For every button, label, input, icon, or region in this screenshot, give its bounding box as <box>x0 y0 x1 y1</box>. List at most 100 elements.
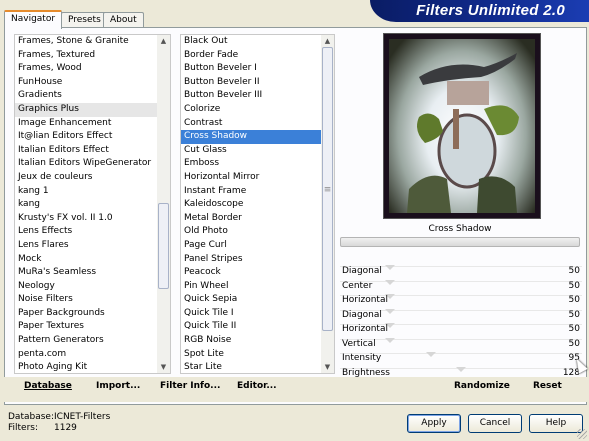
slider-thumb[interactable] <box>385 337 396 343</box>
category-item[interactable]: MuRa's Seamless <box>15 266 157 280</box>
filter-item[interactable]: Button Beveler II <box>181 76 321 90</box>
filter-item[interactable]: Black Out <box>181 35 321 49</box>
parameter-slider[interactable]: Vertical 50 <box>340 337 582 352</box>
category-item[interactable]: Frames, Stone & Granite <box>15 35 157 49</box>
category-item[interactable]: Pattern Generators <box>15 334 157 348</box>
category-item[interactable]: Italian Editors Effect <box>15 144 157 158</box>
category-item[interactable]: Gradients <box>15 89 157 103</box>
category-item[interactable]: kang 1 <box>15 185 157 199</box>
filter-scroll-thumb[interactable]: ≡ <box>322 47 333 331</box>
filter-item[interactable]: Instant Frame <box>181 185 321 199</box>
parameter-slider[interactable]: Horizontal 50 <box>340 293 582 308</box>
filter-item[interactable]: Spot Lite <box>181 348 321 362</box>
preview-image <box>389 39 535 213</box>
filter-item[interactable]: Panel Stripes <box>181 253 321 267</box>
category-item[interactable]: Paper Textures <box>15 320 157 334</box>
category-item[interactable]: kang <box>15 198 157 212</box>
tab-about[interactable]: About <box>103 12 144 28</box>
slider-label: Intensity <box>342 353 382 363</box>
filter-item[interactable]: Kaleidoscope <box>181 198 321 212</box>
parameter-slider[interactable]: Intensity 95 <box>340 351 582 366</box>
filter-item[interactable]: Colorize <box>181 103 321 117</box>
parameter-slider[interactable]: Horizontal 50 <box>340 322 582 337</box>
import-button[interactable]: Import... <box>96 381 140 391</box>
category-item[interactable]: Lens Flares <box>15 239 157 253</box>
category-item[interactable]: Image Enhancement <box>15 117 157 131</box>
category-item[interactable]: Frames, Textured <box>15 49 157 63</box>
cancel-button[interactable]: Cancel <box>468 414 522 433</box>
database-button[interactable]: Database <box>24 381 72 391</box>
slider-thumb[interactable] <box>385 308 396 314</box>
filter-item[interactable]: Horizontal Mirror <box>181 171 321 185</box>
category-item[interactable]: Jeux de couleurs <box>15 171 157 185</box>
filter-item[interactable]: Quick Tile I <box>181 307 321 321</box>
slider-label: Center <box>342 280 373 291</box>
category-item[interactable]: Noise Filters <box>15 293 157 307</box>
apply-button[interactable]: Apply <box>407 414 461 433</box>
filter-item[interactable]: Cross Shadow <box>181 130 321 144</box>
category-scrollbar[interactable]: ▲ ▼ <box>157 35 170 373</box>
scroll-down-icon[interactable]: ▼ <box>321 361 334 373</box>
category-item[interactable]: Frames, Wood <box>15 62 157 76</box>
category-scroll-thumb[interactable] <box>158 203 169 289</box>
editor-button[interactable]: Editor... <box>237 381 277 391</box>
filter-item[interactable]: Emboss <box>181 157 321 171</box>
filter-item[interactable]: Contrast <box>181 117 321 131</box>
category-item[interactable]: penta.com <box>15 348 157 362</box>
scroll-down-icon[interactable]: ▼ <box>157 361 170 373</box>
navigator-panel: Frames, Stone & Granite Frames, Textured F… <box>4 27 587 405</box>
slider-track[interactable] <box>340 280 582 282</box>
help-button[interactable]: Help <box>529 414 583 433</box>
category-item[interactable]: FunHouse <box>15 76 157 90</box>
filter-item[interactable]: Button Beveler III <box>181 89 321 103</box>
parameter-slider[interactable]: Center 50 <box>340 279 582 294</box>
slider-thumb[interactable] <box>426 352 437 357</box>
category-item[interactable]: Paper Backgrounds <box>15 307 157 321</box>
category-item[interactable]: Lens Effects <box>15 225 157 239</box>
slider-thumb[interactable] <box>456 366 467 372</box>
slider-thumb[interactable] <box>385 279 396 285</box>
filter-item[interactable]: Cut Glass <box>181 144 321 158</box>
filter-item[interactable]: Quick Tile II <box>181 320 321 334</box>
filter-scrollbar[interactable]: ▲ ≡ ▼ <box>321 35 334 373</box>
parameter-slider[interactable]: Diagonal 50 <box>340 308 582 323</box>
filter-list[interactable]: Black Out Border Fade Button Beveler I Butt… <box>180 34 335 374</box>
slider-thumb[interactable] <box>385 265 396 270</box>
filter-item[interactable]: Button Beveler I <box>181 62 321 76</box>
preview-progress-bar <box>340 237 580 247</box>
status-filters: Filters: 1129 <box>8 423 110 434</box>
filter-item[interactable]: Page Curl <box>181 239 321 253</box>
tab-navigator[interactable]: Navigator <box>4 10 63 29</box>
tab-presets[interactable]: Presets <box>61 12 108 28</box>
filter-item[interactable]: Star Lite <box>181 361 321 373</box>
category-item[interactable]: Neology <box>15 280 157 294</box>
filter-item[interactable]: Old Photo <box>181 225 321 239</box>
reset-button[interactable]: Reset <box>533 381 562 391</box>
preview-filter-name: Cross Shadow <box>428 224 492 234</box>
filter-item[interactable]: Border Fade <box>181 49 321 63</box>
category-list-items: Frames, Stone & Granite Frames, Textured F… <box>15 35 157 373</box>
category-item[interactable]: Mock <box>15 253 157 267</box>
category-item[interactable]: Krusty's FX vol. II 1.0 <box>15 212 157 226</box>
category-item[interactable]: It@lian Editors Effect <box>15 130 157 144</box>
filter-list-items: Black Out Border Fade Button Beveler I Butt… <box>181 35 321 373</box>
filter-item[interactable]: RGB Noise <box>181 334 321 348</box>
filter-item[interactable]: Metal Border <box>181 212 321 226</box>
category-item[interactable]: Italian Editors WipeGenerator <box>15 157 157 171</box>
slider-track[interactable] <box>340 338 582 340</box>
filter-info-button[interactable]: Filter Info... <box>160 381 220 391</box>
parameter-slider[interactable]: Diagonal 50 <box>340 264 582 279</box>
category-item[interactable]: Graphics Plus <box>15 102 157 117</box>
scroll-up-icon[interactable]: ▲ <box>157 35 170 47</box>
filter-item[interactable]: Quick Sepia <box>181 293 321 307</box>
category-item[interactable]: Photo Aging Kit <box>15 361 157 373</box>
app-banner-title: Filters Unlimited 2.0 <box>370 0 589 22</box>
randomize-button[interactable]: Randomize <box>454 381 510 391</box>
scroll-up-icon[interactable]: ▲ <box>321 35 334 47</box>
slider-value: 50 <box>568 338 580 349</box>
filter-info-label: Filter Info... <box>160 381 221 391</box>
category-list[interactable]: Frames, Stone & Granite Frames, Textured F… <box>14 34 171 374</box>
resize-grip-icon[interactable] <box>577 429 587 439</box>
filter-item[interactable]: Peacock <box>181 266 321 280</box>
filter-item[interactable]: Pin Wheel <box>181 280 321 294</box>
